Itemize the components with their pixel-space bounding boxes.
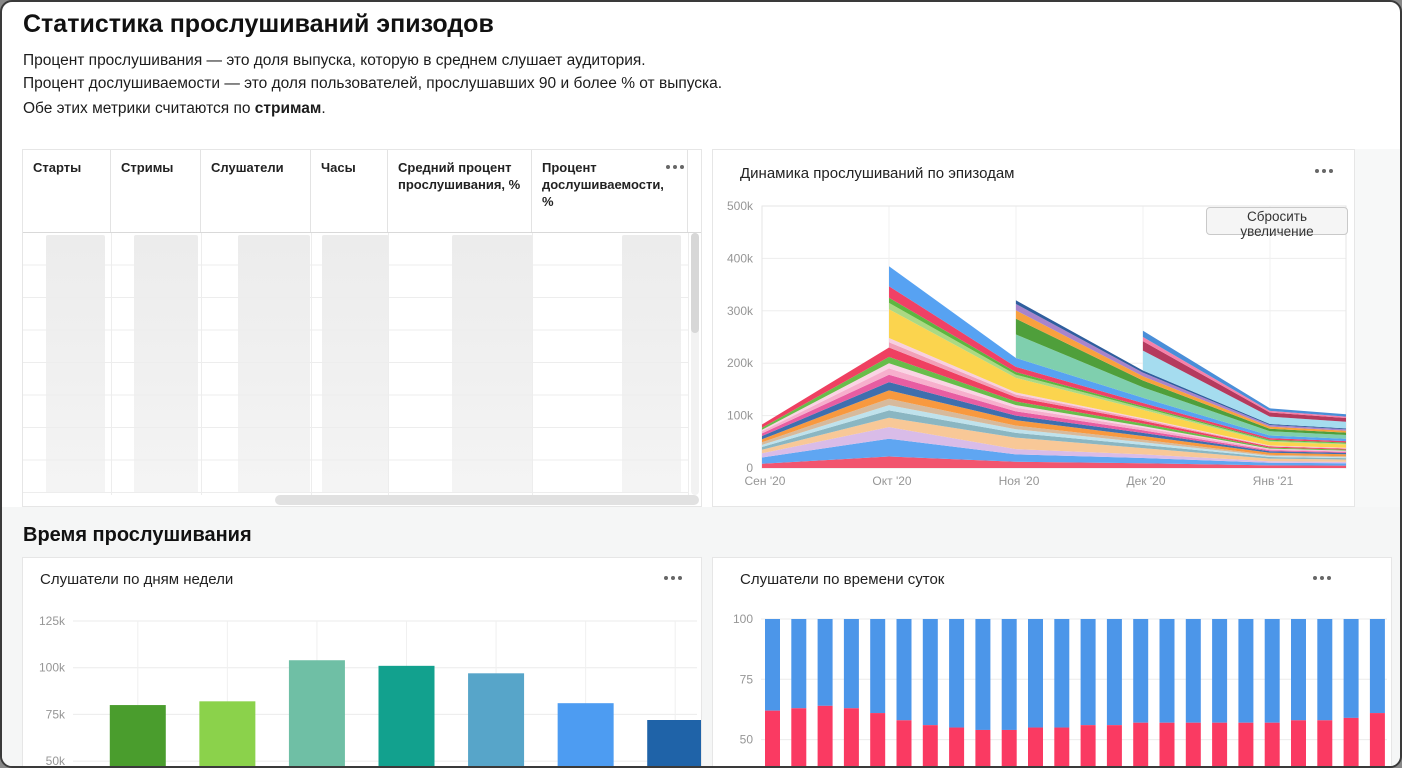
- svg-text:100k: 100k: [727, 409, 754, 423]
- redacted-cell-data: [622, 235, 681, 493]
- card-menu-icon[interactable]: [661, 573, 685, 583]
- redacted-cell-data: [452, 235, 533, 493]
- svg-text:75: 75: [740, 672, 754, 686]
- description-line-3: Обе этих метрики считаются по стримам.: [23, 100, 326, 118]
- weekday-listeners-card: Слушатели по дням недели 125k 100k 75k 50k: [22, 557, 702, 768]
- svg-text:500k: 500k: [727, 199, 754, 213]
- dashboard-page: Статистика прослушиваний эпизодов Процен…: [0, 0, 1402, 768]
- svg-text:50k: 50k: [46, 754, 66, 768]
- column-header-streams: Стримы: [111, 150, 201, 232]
- svg-text:75k: 75k: [46, 707, 66, 721]
- column-divider: [311, 233, 312, 495]
- svg-text:100k: 100k: [39, 661, 66, 675]
- svg-text:400k: 400k: [727, 251, 754, 265]
- svg-text:Сен '20: Сен '20: [745, 474, 786, 488]
- column-divider: [201, 233, 202, 495]
- card-menu-icon[interactable]: [1310, 573, 1334, 583]
- listening-time-section-title: Время прослушивания: [23, 524, 252, 547]
- svg-text:Дек '20: Дек '20: [1126, 474, 1165, 488]
- metrics-description: Процент прослушивания — это доля выпуска…: [23, 50, 722, 95]
- description-line-2: Процент дослушиваемости — это доля польз…: [23, 73, 722, 96]
- table-header-row: Старты Стримы Слушатели Часы Средний про…: [23, 150, 701, 233]
- reset-zoom-button[interactable]: Сбросить увеличение: [1206, 207, 1348, 235]
- redacted-cell-data: [238, 235, 310, 493]
- redacted-cell-data: [134, 235, 198, 493]
- svg-text:Ноя '20: Ноя '20: [999, 474, 1040, 488]
- svg-text:100: 100: [733, 612, 753, 626]
- redacted-cell-data: [322, 235, 389, 493]
- column-header-avg-listen-percent: Средний процент прослушивания, %: [388, 150, 532, 232]
- svg-text:300k: 300k: [727, 304, 754, 318]
- episodes-dynamics-title: Динамика прослушиваний по эпизодам: [740, 165, 1015, 182]
- column-header-listeners: Слушатели: [201, 150, 311, 232]
- column-header-starts: Старты: [23, 150, 111, 232]
- svg-text:Янв '21: Янв '21: [1253, 474, 1294, 488]
- svg-text:200k: 200k: [727, 356, 754, 370]
- episodes-area-chart[interactable]: 500k 400k 300k 200k 100k 0Сен '20 Окт '20 Ноя '…: [713, 150, 1354, 506]
- table-menu-icon[interactable]: [663, 162, 687, 172]
- redacted-cell-data: [46, 235, 105, 493]
- svg-text:Окт '20: Окт '20: [872, 474, 912, 488]
- page-background-strip: [1355, 149, 1402, 507]
- column-header-hours: Часы: [311, 150, 388, 232]
- svg-text:125k: 125k: [39, 614, 66, 628]
- episodes-table-card: Старты Стримы Слушатели Часы Средний про…: [22, 149, 702, 507]
- description-line-1: Процент прослушивания — это доля выпуска…: [23, 50, 722, 73]
- daytime-stacked-bar-chart[interactable]: 100 75 50: [713, 558, 1391, 768]
- card-menu-icon[interactable]: [1312, 166, 1336, 176]
- svg-text:50: 50: [740, 733, 754, 747]
- column-divider: [688, 233, 689, 495]
- weekday-bar-chart[interactable]: 125k 100k 75k 50k: [23, 558, 701, 768]
- horizontal-scrollbar-thumb[interactable]: [275, 495, 699, 505]
- daytime-listeners-title: Слушатели по времени суток: [740, 571, 944, 588]
- episodes-dynamics-card: Динамика прослушиваний по эпизодам 500k 4…: [712, 149, 1355, 507]
- column-divider: [388, 233, 389, 495]
- page-title: Статистика прослушиваний эпизодов: [23, 10, 494, 39]
- daytime-listeners-card: Слушатели по времени суток 100 75 50: [712, 557, 1392, 768]
- streams-bold-text: стримам: [255, 100, 322, 117]
- vertical-scrollbar-thumb[interactable]: [691, 233, 699, 333]
- svg-text:0: 0: [746, 461, 753, 475]
- column-divider: [111, 233, 112, 495]
- column-divider: [532, 233, 533, 495]
- weekday-listeners-title: Слушатели по дням недели: [40, 571, 233, 588]
